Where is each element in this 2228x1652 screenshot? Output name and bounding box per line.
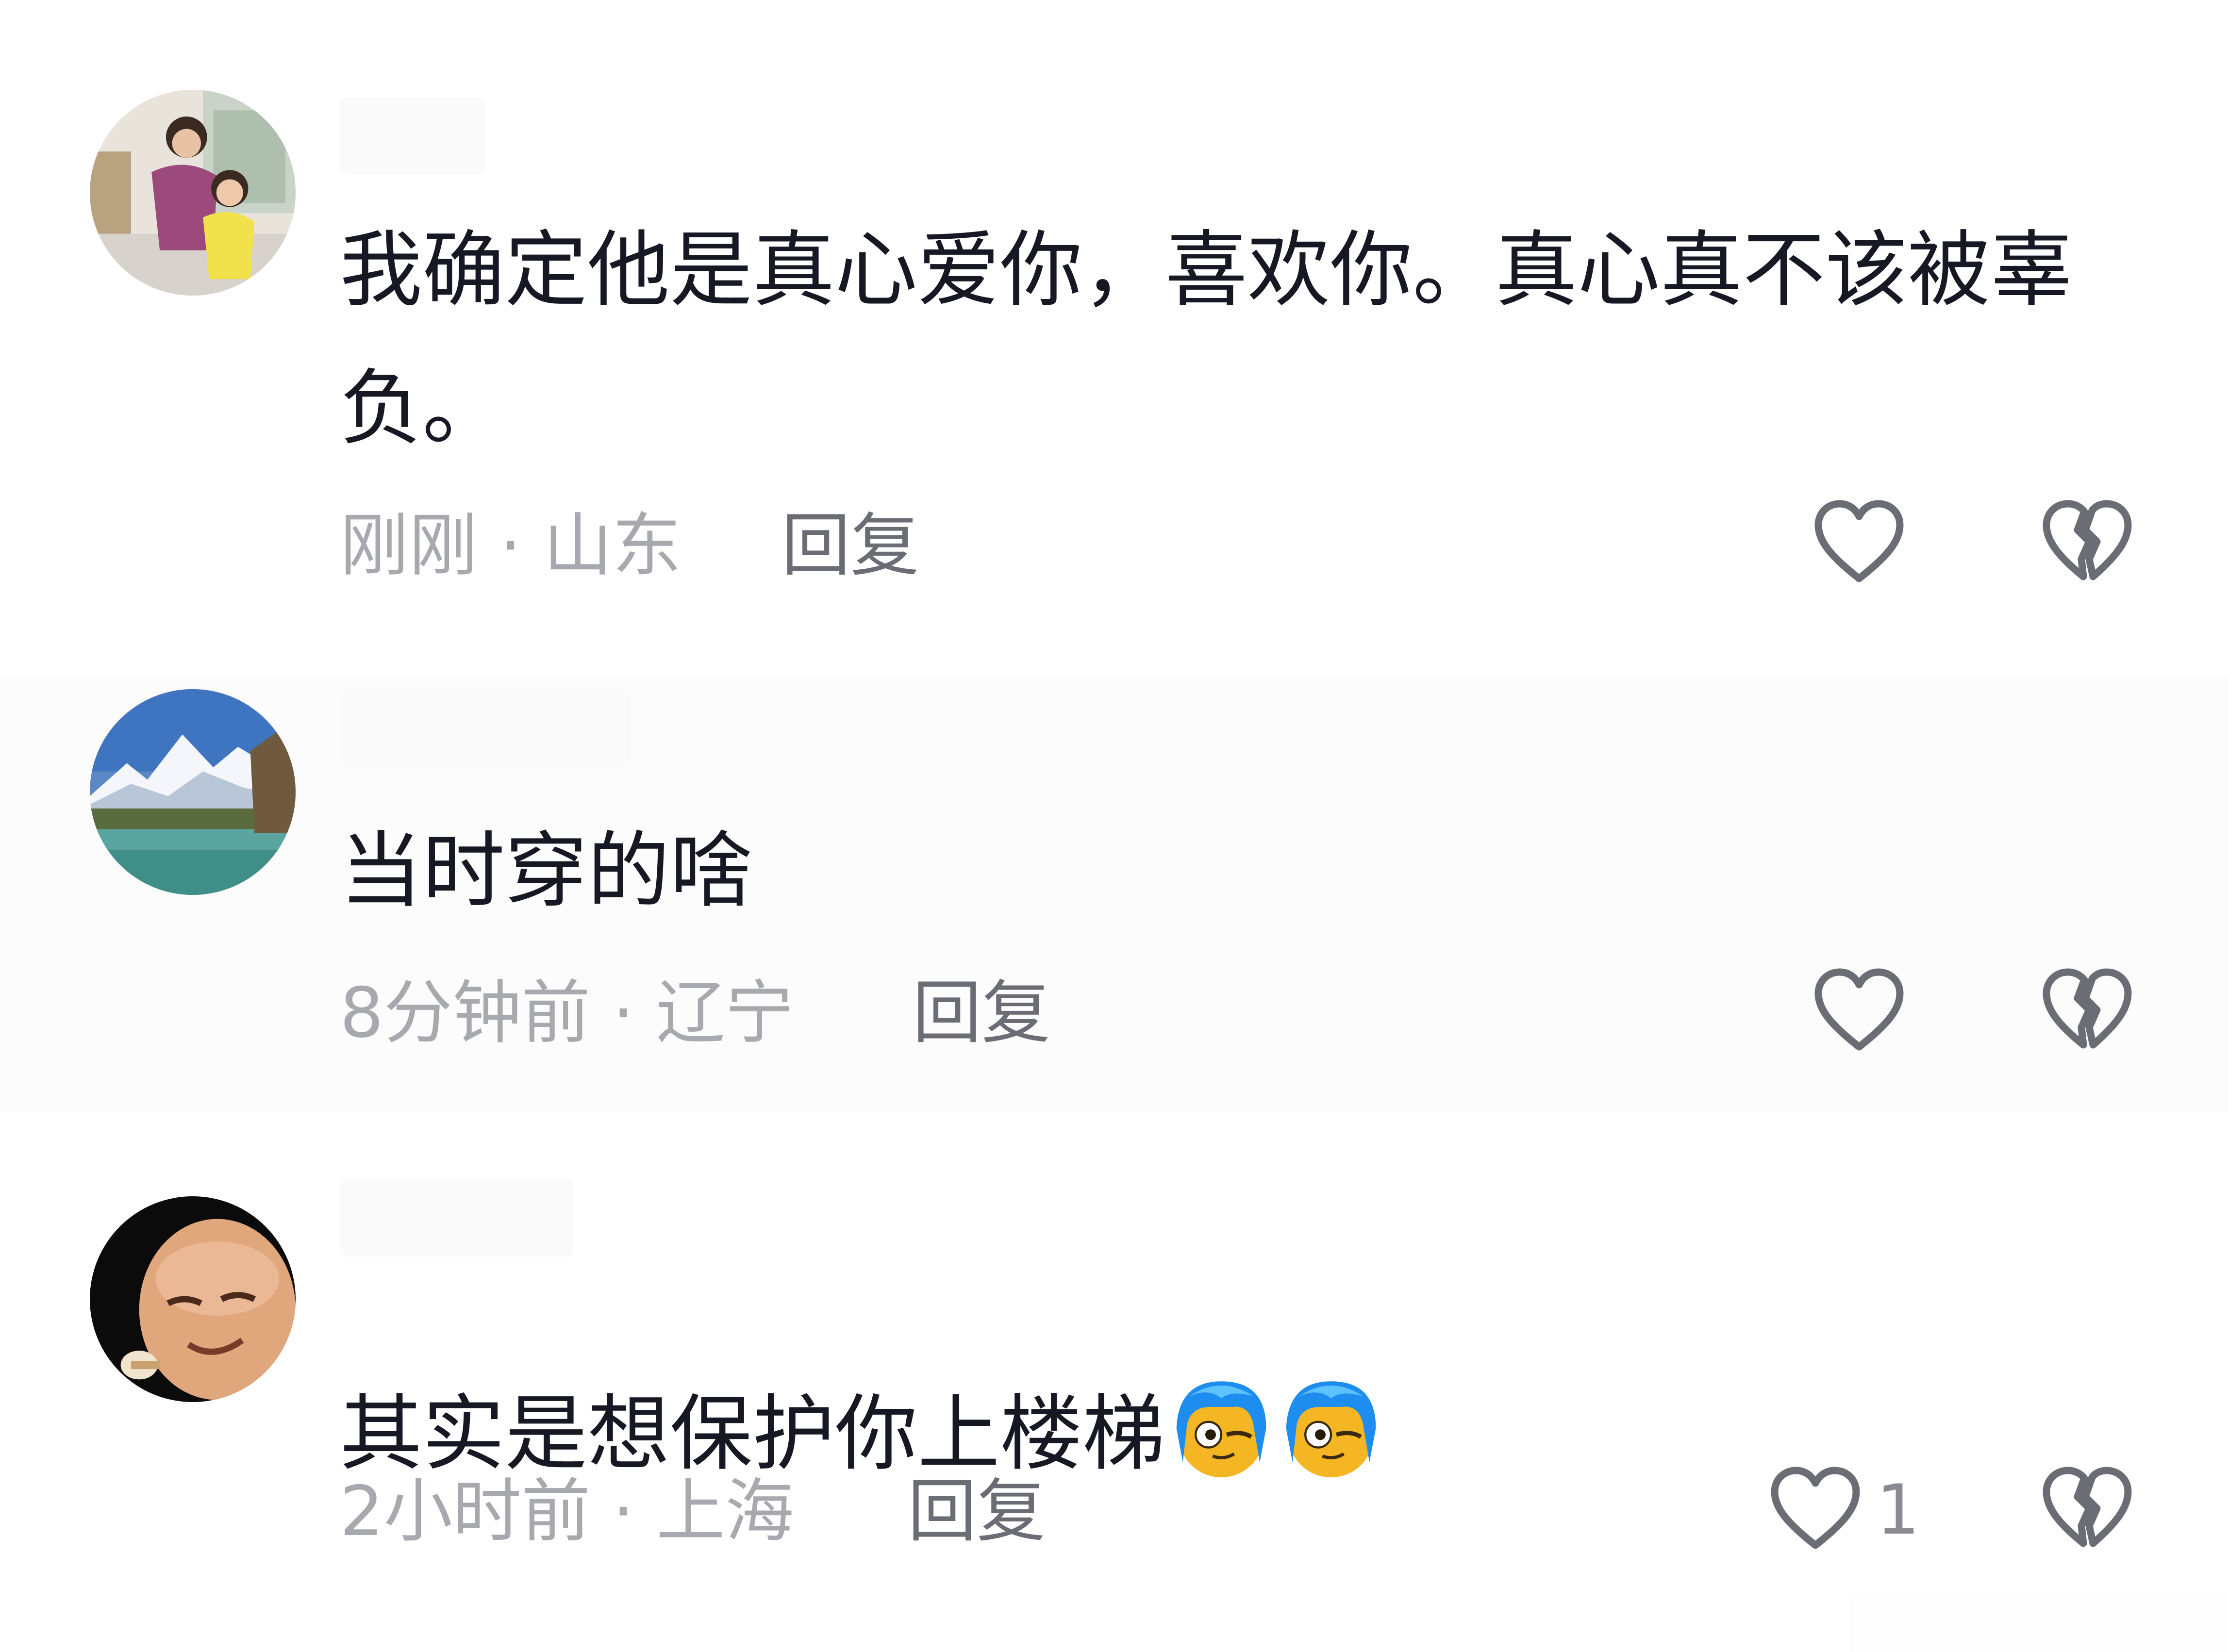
comment-text-content: 其实是想保护你上楼梯: [340, 1386, 1165, 1482]
heart-outline-icon: [1814, 500, 1904, 582]
like-count: 1: [1876, 1470, 1920, 1550]
comment-item: 其实是想保护你上楼梯 2小时前 · 上海 回复 1: [0, 1111, 2228, 1652]
broken-heart-icon: [2043, 1467, 2132, 1547]
username-redacted[interactable]: [340, 1179, 573, 1257]
reply-button[interactable]: 回复: [908, 1473, 1046, 1551]
avatar-image: [90, 1196, 296, 1402]
username-redacted[interactable]: [340, 97, 485, 175]
heart-outline-icon: [1771, 1467, 1860, 1549]
dislike-button[interactable]: [2039, 1462, 2136, 1559]
broken-heart-icon: [2043, 500, 2132, 580]
broken-heart-icon: [2043, 968, 2132, 1049]
comment-time-location: 2小时前 · 上海: [340, 1471, 794, 1552]
reply-button[interactable]: 回复: [781, 507, 919, 585]
comment-text: 我确定他是真心爱你，喜欢你。真心真不该被辜: [340, 222, 2073, 318]
comment-text: 当时穿的啥: [340, 823, 753, 919]
blue-hair-face-emoji: [1278, 1375, 1384, 1482]
comment-item: 我确定他是真心爱你，喜欢你。真心真不该被辜 负。 刚刚 · 山东 回复: [0, 0, 2228, 675]
avatar[interactable]: [90, 90, 296, 296]
dislike-button[interactable]: [2039, 495, 2136, 592]
like-button[interactable]: [1767, 1462, 1864, 1559]
heart-outline-icon: [1814, 968, 1904, 1051]
like-button[interactable]: [1811, 963, 1908, 1060]
comment-time-location: 刚刚 · 山东: [340, 506, 682, 586]
dislike-button[interactable]: [2039, 963, 2136, 1060]
username-redacted[interactable]: [340, 689, 631, 767]
watermark-area: [1849, 1594, 2228, 1652]
comment-time-location: 8分钟前 · 辽宁: [340, 973, 794, 1053]
avatar-image: [90, 90, 296, 296]
comment-text-continued: 负。: [340, 361, 505, 457]
avatar-image: [90, 689, 296, 895]
avatar[interactable]: [90, 1196, 296, 1402]
like-button[interactable]: [1811, 495, 1908, 592]
comment-item: 当时穿的啥 8分钟前 · 辽宁 回复: [0, 675, 2228, 1111]
reply-button[interactable]: 回复: [913, 975, 1050, 1052]
avatar[interactable]: [90, 689, 296, 895]
blue-hair-face-emoji: [1168, 1375, 1275, 1482]
